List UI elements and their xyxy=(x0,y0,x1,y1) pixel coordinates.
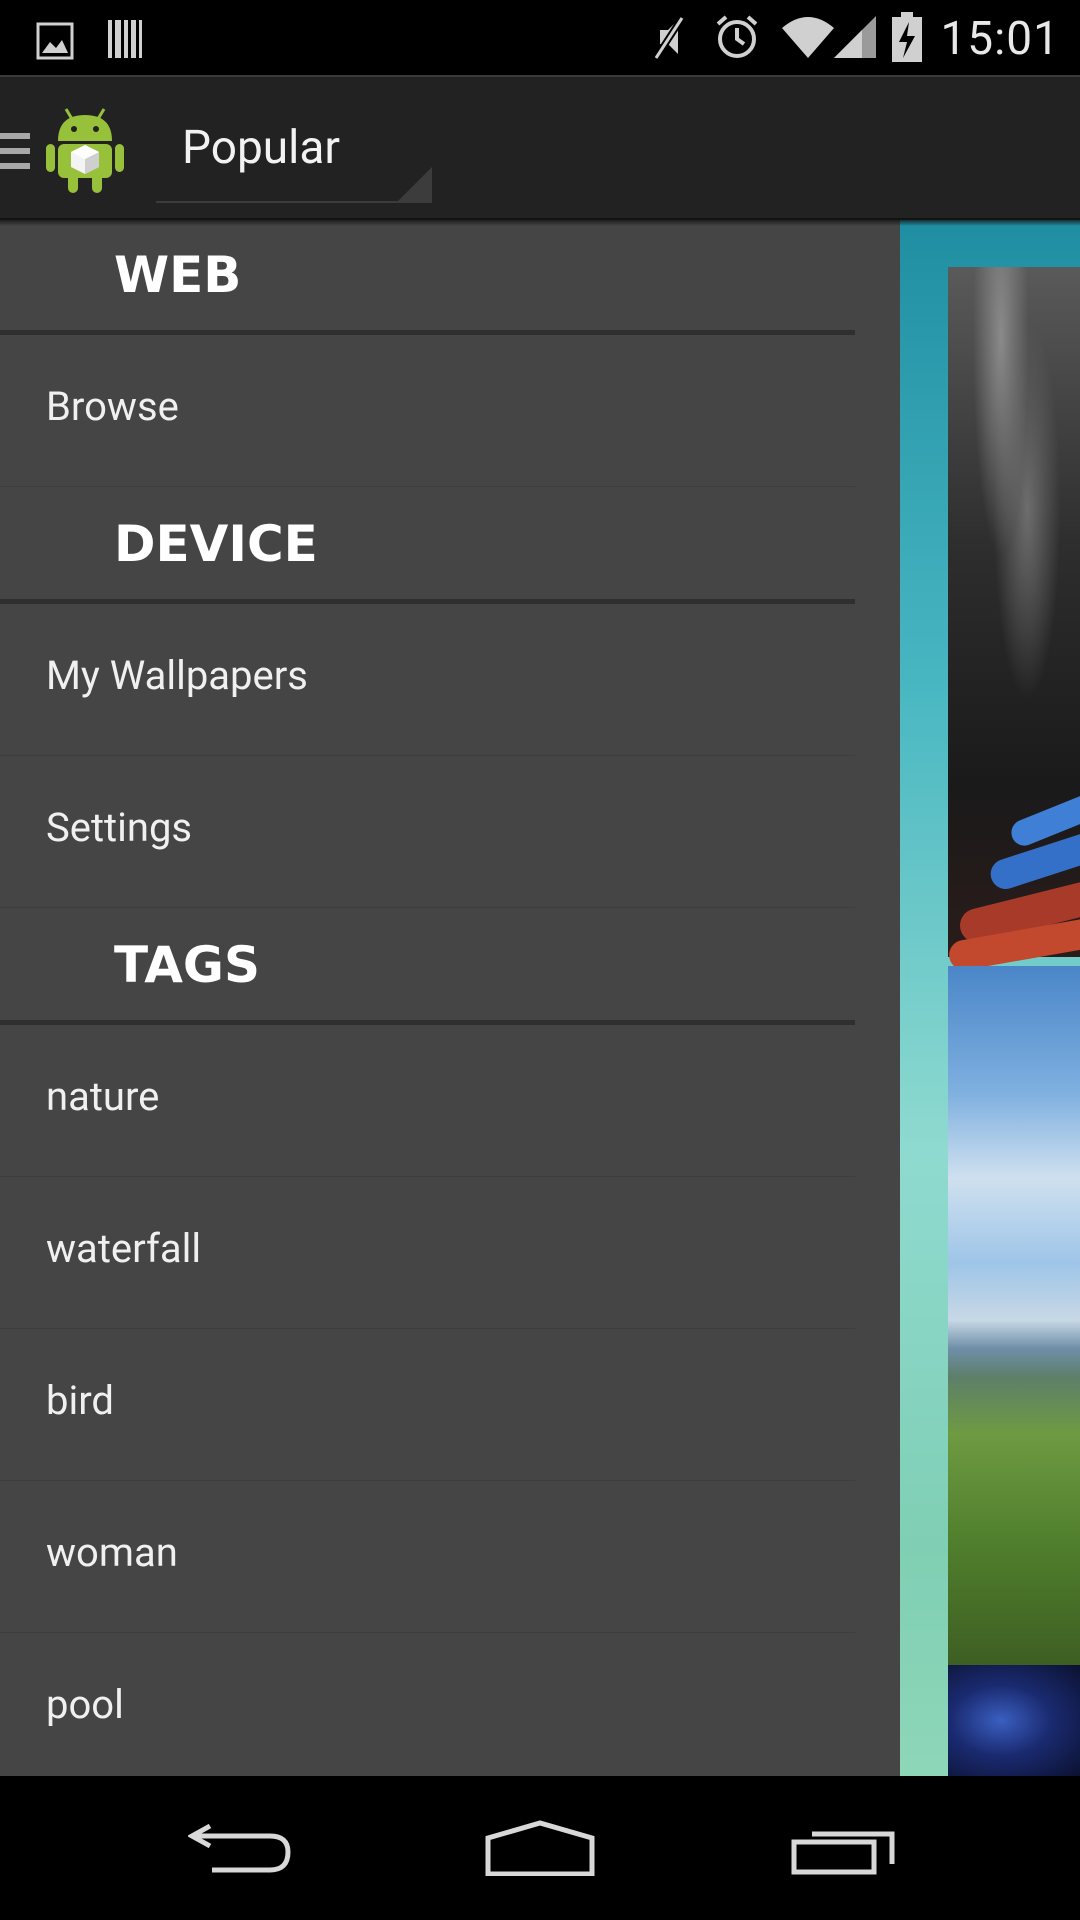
drawer-item-tag-bird[interactable]: bird xyxy=(0,1329,855,1481)
wallpaper-thumbnail[interactable] xyxy=(946,267,1080,973)
navigation-bar xyxy=(0,1776,1080,1920)
drawer-item-label: nature xyxy=(46,1073,160,1120)
drawer-indicator-icon xyxy=(0,133,30,169)
app-home-button[interactable] xyxy=(0,77,140,220)
section-header-label: WEB xyxy=(114,246,242,304)
drawer-item-settings[interactable]: Settings xyxy=(0,756,855,908)
alarm-icon xyxy=(716,15,758,58)
signal-icon xyxy=(834,16,876,58)
recents-icon[interactable] xyxy=(790,1822,896,1876)
barcode-notification-icon xyxy=(108,20,142,58)
drawer-item-my-wallpapers[interactable]: My Wallpapers xyxy=(0,604,855,756)
image-notification-icon xyxy=(36,22,74,60)
navigation-drawer: WEB Browse DEVICE My Wallpapers Settings… xyxy=(0,220,900,1776)
drawer-section-header-tags: TAGS xyxy=(0,908,855,1025)
section-header-label: DEVICE xyxy=(114,515,318,573)
android-logo-icon xyxy=(46,108,124,193)
title-spinner[interactable]: Popular xyxy=(156,77,436,220)
drawer-item-browse[interactable]: Browse xyxy=(0,335,855,487)
section-header-label: TAGS xyxy=(114,936,260,994)
drawer-item-label: Browse xyxy=(46,383,179,430)
wallpaper-thumbnail[interactable] xyxy=(948,1665,1080,1776)
drawer-item-tag-woman[interactable]: woman xyxy=(0,1481,855,1633)
battery-charging-icon xyxy=(892,12,922,62)
status-time: 15:01 xyxy=(940,12,1060,66)
action-bar-title: Popular xyxy=(182,121,340,175)
screen: 15:01 Popular WEB Browse DEVICE My Wallp… xyxy=(0,0,1080,1920)
wallpaper-thumbnail[interactable] xyxy=(948,966,1080,1674)
wifi-icon xyxy=(782,17,834,58)
back-icon[interactable] xyxy=(188,1820,292,1876)
spinner-arrow-icon xyxy=(396,167,432,203)
action-bar-shadow xyxy=(0,218,1080,226)
drawer-item-tag-waterfall[interactable]: waterfall xyxy=(0,1177,855,1329)
drawer-item-label: waterfall xyxy=(46,1225,202,1272)
drawer-list: WEB Browse DEVICE My Wallpapers Settings… xyxy=(0,220,855,1776)
drawer-item-tag-nature[interactable]: nature xyxy=(0,1025,855,1177)
home-icon[interactable] xyxy=(484,1820,596,1876)
drawer-item-label: pool xyxy=(46,1681,124,1728)
drawer-item-label: My Wallpapers xyxy=(46,652,308,699)
drawer-item-tag-pool[interactable]: pool xyxy=(0,1633,855,1776)
status-bar: 15:01 xyxy=(0,0,1080,75)
spinner-underline xyxy=(156,201,432,203)
drawer-section-header-web: WEB xyxy=(0,220,855,335)
action-bar: Popular xyxy=(0,75,1080,220)
drawer-item-label: woman xyxy=(46,1529,178,1576)
drawer-section-header-device: DEVICE xyxy=(0,487,855,604)
drawer-item-label: Settings xyxy=(46,804,193,851)
drawer-item-label: bird xyxy=(46,1377,114,1424)
muted-icon xyxy=(653,16,685,60)
